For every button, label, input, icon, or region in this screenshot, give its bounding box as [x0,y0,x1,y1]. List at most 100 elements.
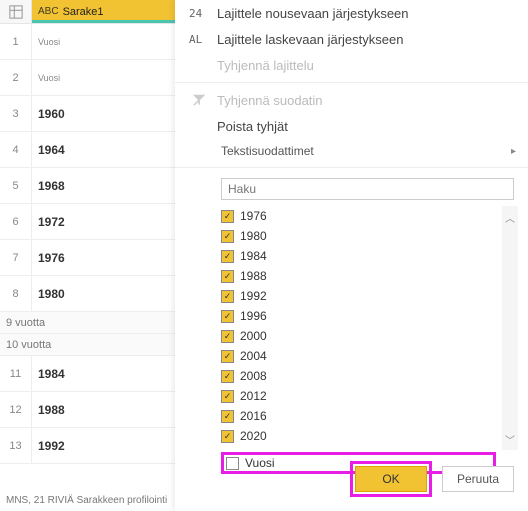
cell-value: 1992 [32,428,175,463]
table-panel: ABC Sarake1 1Vuosi2Vuosi3196041964519686… [0,0,175,511]
filter-value-label: 2016 [240,409,267,423]
summary-row: 9 vuotta [0,312,175,334]
filter-value-label: 2020 [240,429,267,443]
row-number: 13 [0,428,32,463]
text-filters[interactable]: Tekstisuodattimet ▸ [175,139,528,163]
scroll-down-icon[interactable]: ﹀ [505,434,515,444]
filter-value-label: 1976 [240,209,267,223]
row-number: 7 [0,240,32,275]
checkbox-checked[interactable]: ✓ [221,430,234,443]
remove-empty[interactable]: Poista tyhjät [175,113,528,139]
table-row[interactable]: 111984 [0,356,175,392]
filter-row[interactable]: ✓ 1996 [221,306,496,326]
row-number: 12 [0,392,32,427]
clear-filter-icon [189,93,209,107]
table-row[interactable]: 1Vuosi [0,24,175,60]
filter-row[interactable]: ✓ 1988 [221,266,496,286]
table-row[interactable]: 121988 [0,392,175,428]
scroll-up-icon[interactable]: ︿ [505,212,515,222]
filter-value-label: 2008 [240,369,267,383]
row-number: 5 [0,168,32,203]
filter-value-label: 2024 [240,449,267,450]
checkbox-checked[interactable]: ✓ [221,230,234,243]
cell-value: 1968 [32,168,175,203]
filter-row[interactable]: ✓ 1992 [221,286,496,306]
filter-row[interactable]: ✓ 2008 [221,366,496,386]
summary-row: 10 vuotta [0,334,175,356]
scrollbar[interactable]: ︿ ﹀ [502,206,518,450]
row-number: 4 [0,132,32,167]
filter-row[interactable]: ✓ 1980 [221,226,496,246]
table-row[interactable]: 51968 [0,168,175,204]
cell-value: 1984 [32,356,175,391]
row-number: 3 [0,96,32,131]
sort-descending[interactable]: AL Lajittele laskevaan järjestykseen [175,26,528,52]
checkbox-checked[interactable]: ✓ [221,330,234,343]
checkbox-checked[interactable]: ✓ [221,270,234,283]
row-number: 8 [0,276,32,311]
filter-row[interactable]: ✓ 2020 [221,426,496,446]
checkbox-checked[interactable]: ✓ [221,310,234,323]
ok-button[interactable]: OK [355,466,427,492]
filter-value-label: 1984 [240,249,267,263]
checkbox-checked[interactable]: ✓ [221,390,234,403]
sort-desc-label: Lajittele laskevaan järjestykseen [217,32,403,47]
filter-row[interactable]: ✓ 1976 [221,206,496,226]
filter-value-label: 1996 [240,309,267,323]
table-row[interactable]: 31960 [0,96,175,132]
filter-row[interactable]: ✓ 2016 [221,406,496,426]
filter-value-label: 1980 [240,229,267,243]
filter-row[interactable]: ✓ 1984 [221,246,496,266]
column-header[interactable]: ABC Sarake1 [32,0,175,23]
cell-value: 1964 [32,132,175,167]
table-row[interactable]: 131992 [0,428,175,464]
table-row[interactable]: 41964 [0,132,175,168]
cell-value: 1972 [32,204,175,239]
row-number: 1 [0,24,32,59]
cancel-button[interactable]: Peruuta [442,466,514,492]
checkbox-checked[interactable]: ✓ [221,350,234,363]
column-name: Sarake1 [63,6,104,18]
checkbox-checked[interactable]: ✓ [221,290,234,303]
filter-row[interactable]: ✓ 2004 [221,346,496,366]
table-row[interactable]: 71976 [0,240,175,276]
clear-sort: Tyhjennä lajittelu [175,52,528,78]
filter-value-label: 2004 [240,349,267,363]
checkbox-checked[interactable]: ✓ [221,370,234,383]
row-number: 6 [0,204,32,239]
table-corner[interactable] [0,0,32,23]
filter-value-label: 1988 [240,269,267,283]
checkbox-checked[interactable]: ✓ [221,410,234,423]
search-input[interactable] [221,178,514,200]
cell-value: Vuosi [32,24,175,59]
cell-value: Vuosi [32,60,175,95]
table-row[interactable]: 61972 [0,204,175,240]
filter-row[interactable]: ✓ 2000 [221,326,496,346]
sort-ascending[interactable]: 24 Lajittele nousevaan järjestykseen [175,0,528,26]
sort-asc-prefix: 24 [189,7,209,20]
table-row[interactable]: 2Vuosi [0,60,175,96]
chevron-right-icon: ▸ [511,146,516,157]
sort-desc-prefix: AL [189,33,209,46]
table-row[interactable]: 81980 [0,276,175,312]
checkbox-unchecked[interactable] [226,457,239,470]
status-bar: MNS, 21 RIVIÄ Sarakkeen profilointi [0,489,175,511]
row-number: 11 [0,356,32,391]
checkbox-checked[interactable]: ✓ [221,250,234,263]
clear-filter: Tyhjennä suodatin [175,87,528,113]
checkbox-checked[interactable]: ✓ [221,210,234,223]
cell-value: 1960 [32,96,175,131]
filter-list[interactable]: ✓ 1976 ✓ 1980 ✓ 1984 ✓ 1988 ✓ 1992 ✓ 1996 ✓ 2000 ✓ 2004… [221,206,496,450]
checkbox-checked[interactable]: ✓ [221,450,234,451]
sort-asc-label: Lajittele nousevaan järjestykseen [217,6,409,21]
table-header-row: ABC Sarake1 [0,0,175,24]
filter-row[interactable]: ✓2012 [221,386,496,406]
filter-row[interactable]: ✓ 2024 [221,446,496,450]
filter-value-label: 1992 [240,289,267,303]
dialog-buttons: OK Peruuta [350,461,514,497]
filter-values-area: ✓ 1976 ✓ 1980 ✓ 1984 ✓ 1988 ✓ 1992 ✓ 1996 ✓ 2000 ✓ 2004… [221,206,518,474]
filter-value-label: 2000 [240,329,267,343]
column-type-label: ABC [38,6,59,17]
row-number: 2 [0,60,32,95]
ok-highlight: OK [350,461,432,497]
